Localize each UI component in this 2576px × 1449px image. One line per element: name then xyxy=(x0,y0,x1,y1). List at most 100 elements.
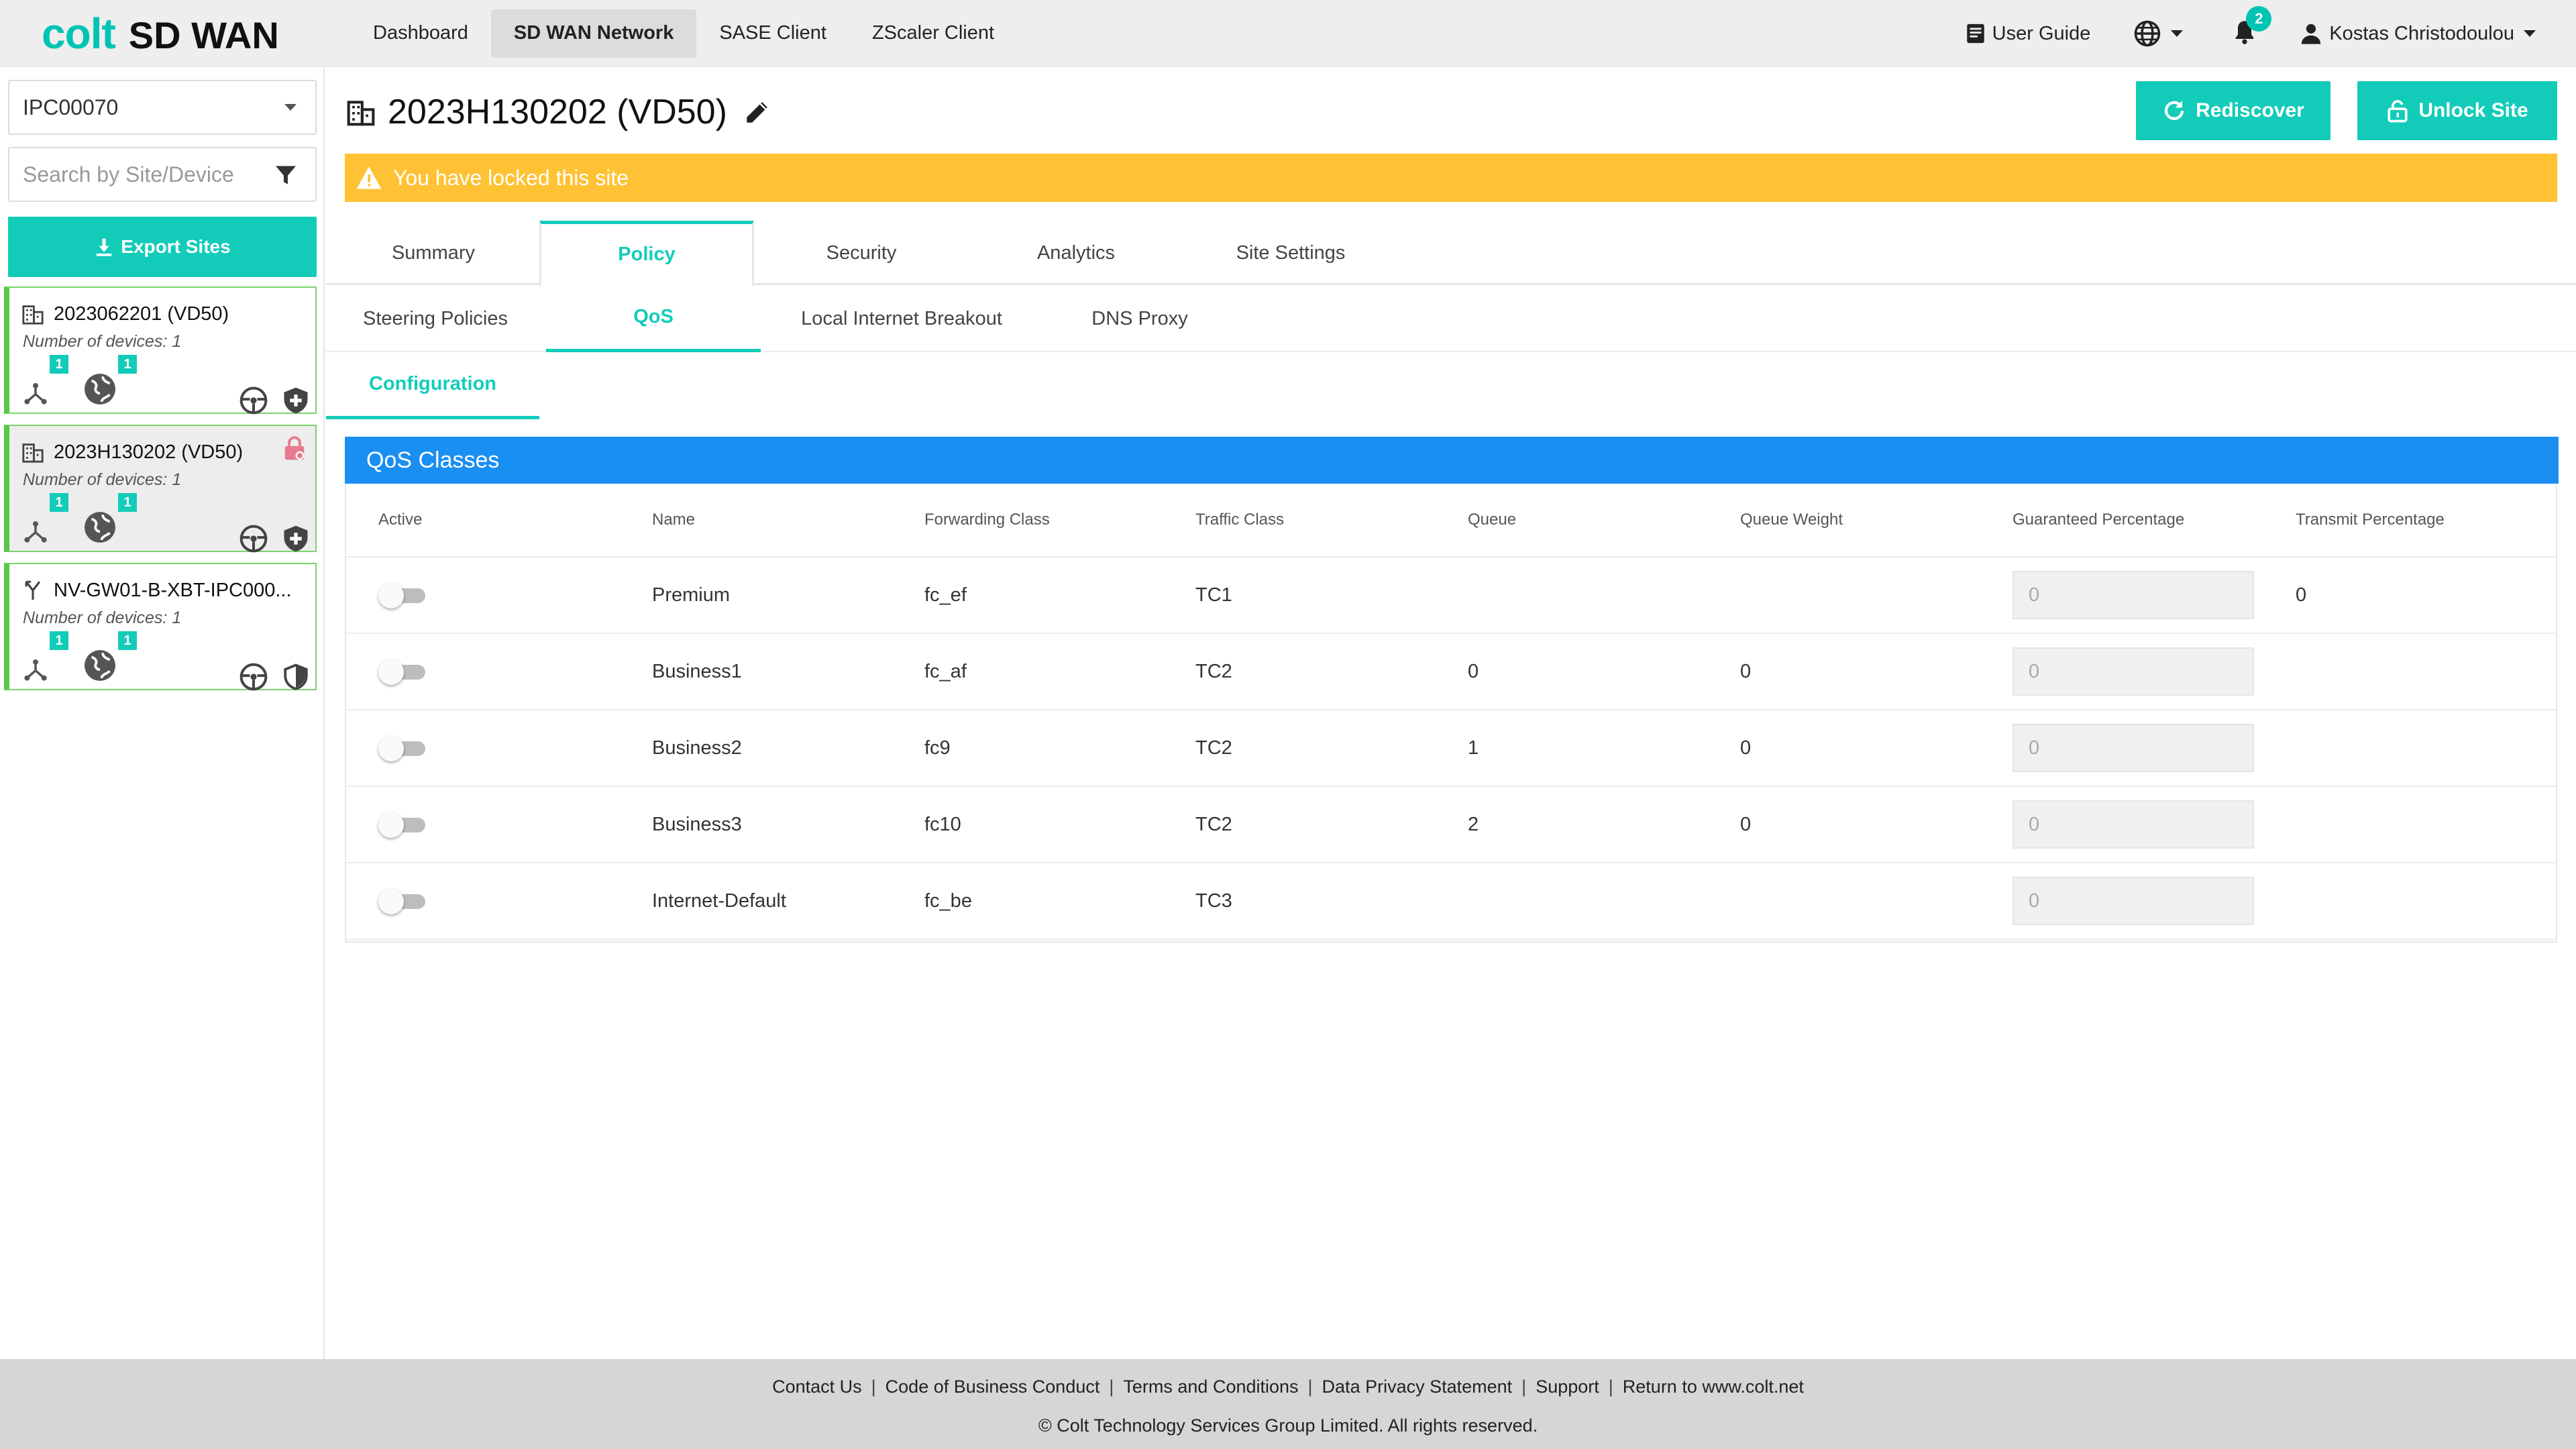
site-search-input[interactable]: Search by Site/Device xyxy=(8,147,317,202)
footer-link-terms[interactable]: Terms and Conditions xyxy=(1114,1377,1307,1397)
column-header-queue-weight: Queue Weight xyxy=(1740,511,1843,529)
nav-zscaler-client[interactable]: ZScaler Client xyxy=(849,9,1017,58)
site-status-icons: 1 1 xyxy=(23,631,137,682)
forwarding-class: fc_ef xyxy=(924,584,967,606)
queue-weight: 0 xyxy=(1740,813,1752,835)
guaranteed-percentage-input[interactable]: 0 xyxy=(2012,571,2254,619)
tab-site-settings[interactable]: Site Settings xyxy=(1183,221,1398,285)
footer-separator: | xyxy=(1608,1377,1613,1397)
rediscover-button[interactable]: Rediscover xyxy=(2136,81,2330,140)
unlock-site-button[interactable]: Unlock Site xyxy=(2357,81,2557,140)
footer-link-code-of-conduct[interactable]: Code of Business Conduct xyxy=(876,1377,1110,1397)
traffic-class: TC3 xyxy=(1195,890,1232,912)
building-icon xyxy=(347,101,375,126)
active-toggle-cell xyxy=(378,787,425,862)
shield-icon[interactable] xyxy=(282,524,310,553)
chevron-down-icon xyxy=(2171,30,2184,37)
tab-qos[interactable]: QoS xyxy=(546,285,761,352)
chevron-down-icon xyxy=(2524,30,2536,37)
nav-sase-client[interactable]: SASE Client xyxy=(696,9,849,58)
site-name-text: 2023062201 (VD50) xyxy=(54,303,229,325)
tenant-select[interactable]: IPC00070 xyxy=(8,80,317,135)
unlock-icon xyxy=(2387,100,2408,123)
active-toggle[interactable] xyxy=(378,889,425,914)
column-header-traffic-class: Traffic Class xyxy=(1195,511,1285,529)
qos-classes-table: Active Name Forwarding Class Traffic Cla… xyxy=(346,484,2557,940)
nav-dashboard[interactable]: Dashboard xyxy=(350,9,491,58)
queue: 0 xyxy=(1468,660,1479,682)
network-branch-icon xyxy=(24,382,47,405)
sites-sidebar: IPC00070 Search by Site/Device Export Si… xyxy=(0,68,325,1359)
queue: 1 xyxy=(1468,737,1479,759)
user-guide-label: User Guide xyxy=(1992,22,2091,44)
top-bar: colt SD WAN Dashboard SD WAN Network SAS… xyxy=(0,0,2576,67)
steering-wheel-icon[interactable] xyxy=(239,524,268,553)
main-nav: Dashboard SD WAN Network SASE Client ZSc… xyxy=(350,0,1017,67)
active-toggle[interactable] xyxy=(378,659,425,685)
queue: 2 xyxy=(1468,813,1479,835)
active-toggle[interactable] xyxy=(378,583,425,608)
book-icon xyxy=(1966,23,1984,44)
tab-dns-proxy[interactable]: DNS Proxy xyxy=(1042,285,1237,352)
queue-weight: 0 xyxy=(1740,737,1752,759)
tab-local-internet-breakout[interactable]: Local Internet Breakout xyxy=(761,285,1042,352)
column-header-active: Active xyxy=(378,511,423,529)
site-card-selected[interactable]: 2023H130202 (VD50) Number of devices: 1 … xyxy=(4,425,317,553)
qos-name: Business2 xyxy=(652,737,742,759)
user-guide-link[interactable]: User Guide xyxy=(1964,21,2091,46)
qos-name: Business1 xyxy=(652,660,742,682)
colt-logo[interactable]: colt SD WAN xyxy=(42,9,337,58)
building-icon xyxy=(22,443,44,463)
footer-link-support[interactable]: Support xyxy=(1526,1377,1609,1397)
globe-icon xyxy=(85,374,115,405)
active-toggle[interactable] xyxy=(378,812,425,838)
guaranteed-percentage-input[interactable]: 0 xyxy=(2012,877,2254,925)
traffic-class: TC2 xyxy=(1195,660,1232,682)
guaranteed-percentage-input[interactable]: 0 xyxy=(2012,647,2254,696)
network-branch-icon xyxy=(24,521,47,543)
site-card[interactable]: NV-GW01-B-XBT-IPC000... Number of device… xyxy=(4,563,317,692)
count-badge: 1 xyxy=(118,355,137,374)
active-toggle-cell xyxy=(378,863,425,938)
tab-analytics[interactable]: Analytics xyxy=(969,221,1183,285)
active-toggle[interactable] xyxy=(378,736,425,761)
active-toggle-cell xyxy=(378,710,425,786)
globe-icon xyxy=(85,512,115,543)
tab-summary[interactable]: Summary xyxy=(326,221,541,285)
site-card[interactable]: 2023062201 (VD50) Number of devices: 1 1… xyxy=(4,286,317,415)
notifications-button[interactable]: 2 xyxy=(2231,5,2272,50)
export-sites-button[interactable]: Export Sites xyxy=(8,217,317,277)
steering-wheel-icon[interactable] xyxy=(239,662,268,692)
tab-configuration[interactable]: Configuration xyxy=(326,352,539,419)
filter-icon[interactable] xyxy=(274,163,298,187)
user-menu[interactable]: Kostas Christodoulou xyxy=(2300,22,2536,45)
alert-text: You have locked this site xyxy=(393,165,629,190)
device-count: Number of devices: 1 xyxy=(23,332,182,351)
queue-weight: 0 xyxy=(1740,660,1752,682)
site-status-icons: 1 1 xyxy=(23,493,137,544)
tab-policy[interactable]: Policy xyxy=(539,221,754,287)
tab-steering-policies[interactable]: Steering Policies xyxy=(326,285,545,352)
guaranteed-percentage-input[interactable]: 0 xyxy=(2012,724,2254,772)
forwarding-class: fc_be xyxy=(924,890,972,912)
tab-security[interactable]: Security xyxy=(754,221,969,285)
qos-name: Premium xyxy=(652,584,731,606)
shield-icon[interactable] xyxy=(282,386,310,415)
table-row: Business3 fc10 TC2 2 0 0 xyxy=(346,787,2557,863)
footer: Contact Us | Code of Business Conduct | Te… xyxy=(0,1359,2576,1449)
footer-link-contact-us[interactable]: Contact Us xyxy=(763,1377,871,1397)
pencil-icon[interactable] xyxy=(743,98,771,126)
refresh-icon xyxy=(2165,101,2184,120)
site-status-icons: 1 1 xyxy=(23,355,137,406)
footer-link-privacy[interactable]: Data Privacy Statement xyxy=(1313,1377,1522,1397)
globe-icon xyxy=(85,650,115,681)
footer-link-colt-net[interactable]: Return to www.colt.net xyxy=(1613,1377,1813,1397)
traffic-class: TC2 xyxy=(1195,737,1232,759)
nav-sd-wan-network[interactable]: SD WAN Network xyxy=(490,9,697,58)
building-icon xyxy=(22,305,44,325)
guaranteed-percentage-input[interactable]: 0 xyxy=(2012,800,2254,849)
language-selector[interactable] xyxy=(2133,19,2184,48)
shield-outline-icon[interactable] xyxy=(282,662,310,692)
top-right-controls: User Guide 2 Kostas Christodoulou xyxy=(1964,0,2536,67)
steering-wheel-icon[interactable] xyxy=(239,386,268,415)
